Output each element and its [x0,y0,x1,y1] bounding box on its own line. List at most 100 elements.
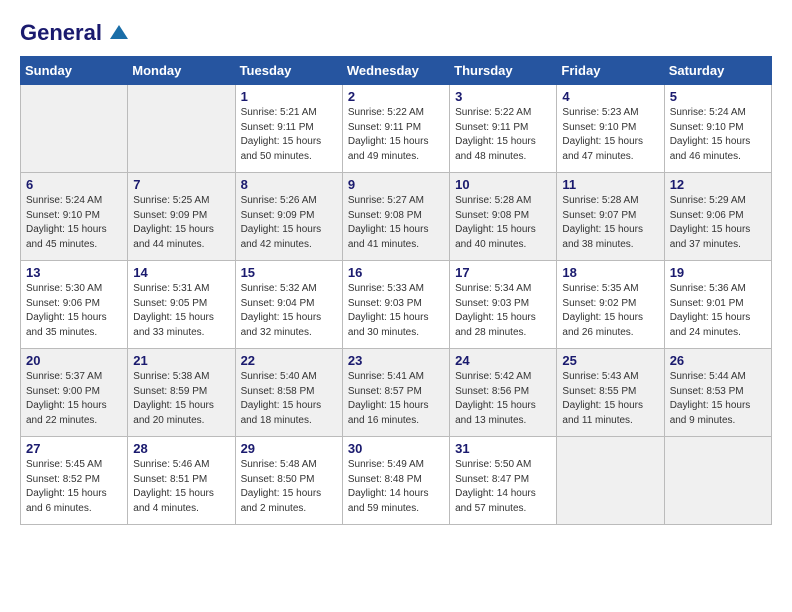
week-row-4: 20 Sunrise: 5:37 AM Sunset: 9:00 PM Dayli… [21,349,772,437]
day-number: 14 [133,265,229,280]
header: General [20,20,772,40]
week-row-3: 13 Sunrise: 5:30 AM Sunset: 9:06 PM Dayli… [21,261,772,349]
day-number: 30 [348,441,444,456]
day-number: 27 [26,441,122,456]
day-number: 13 [26,265,122,280]
day-number: 17 [455,265,551,280]
day-cell: 11 Sunrise: 5:28 AM Sunset: 9:07 PM Dayli… [557,173,664,261]
day-cell: 1 Sunrise: 5:21 AM Sunset: 9:11 PM Daylig… [235,85,342,173]
day-number: 2 [348,89,444,104]
day-number: 24 [455,353,551,368]
day-detail: Sunrise: 5:27 AM Sunset: 9:08 PM Dayligh… [348,194,444,252]
day-number: 29 [241,441,337,456]
day-detail: Sunrise: 5:44 AM Sunset: 8:53 PM Dayligh… [670,370,766,428]
day-detail: Sunrise: 5:38 AM Sunset: 8:59 PM Dayligh… [133,370,229,428]
day-detail: Sunrise: 5:32 AM Sunset: 9:04 PM Dayligh… [241,282,337,340]
day-number: 15 [241,265,337,280]
day-number: 31 [455,441,551,456]
day-cell: 15 Sunrise: 5:32 AM Sunset: 9:04 PM Dayli… [235,261,342,349]
day-detail: Sunrise: 5:24 AM Sunset: 9:10 PM Dayligh… [26,194,122,252]
week-row-1: 1 Sunrise: 5:21 AM Sunset: 9:11 PM Daylig… [21,85,772,173]
day-cell: 26 Sunrise: 5:44 AM Sunset: 8:53 PM Dayli… [664,349,771,437]
day-number: 8 [241,177,337,192]
day-detail: Sunrise: 5:31 AM Sunset: 9:05 PM Dayligh… [133,282,229,340]
day-cell: 31 Sunrise: 5:50 AM Sunset: 8:47 PM Dayli… [450,437,557,525]
day-cell: 13 Sunrise: 5:30 AM Sunset: 9:06 PM Dayli… [21,261,128,349]
day-cell: 18 Sunrise: 5:35 AM Sunset: 9:02 PM Dayli… [557,261,664,349]
day-cell: 14 Sunrise: 5:31 AM Sunset: 9:05 PM Dayli… [128,261,235,349]
logo-icon [110,25,128,39]
day-cell: 20 Sunrise: 5:37 AM Sunset: 9:00 PM Dayli… [21,349,128,437]
day-detail: Sunrise: 5:35 AM Sunset: 9:02 PM Dayligh… [562,282,658,340]
day-detail: Sunrise: 5:42 AM Sunset: 8:56 PM Dayligh… [455,370,551,428]
day-detail: Sunrise: 5:28 AM Sunset: 9:08 PM Dayligh… [455,194,551,252]
calendar-page: General SundayMondayTuesdayWednesdayThur… [0,0,792,545]
day-cell: 28 Sunrise: 5:46 AM Sunset: 8:51 PM Dayli… [128,437,235,525]
logo: General [20,20,128,40]
day-detail: Sunrise: 5:49 AM Sunset: 8:48 PM Dayligh… [348,458,444,516]
day-detail: Sunrise: 5:37 AM Sunset: 9:00 PM Dayligh… [26,370,122,428]
day-cell: 8Sunrise: 5:26 AM Sunset: 9:09 PM Daylig… [235,173,342,261]
weekday-header-tuesday: Tuesday [235,57,342,85]
day-number: 21 [133,353,229,368]
day-cell: 12 Sunrise: 5:29 AM Sunset: 9:06 PM Dayli… [664,173,771,261]
day-detail: Sunrise: 5:22 AM Sunset: 9:11 PM Dayligh… [348,106,444,164]
day-cell: 7 Sunrise: 5:25 AM Sunset: 9:09 PM Daylig… [128,173,235,261]
day-number: 6 [26,177,122,192]
day-number: 22 [241,353,337,368]
day-detail: Sunrise: 5:21 AM Sunset: 9:11 PM Dayligh… [241,106,337,164]
day-cell: 2 Sunrise: 5:22 AM Sunset: 9:11 PM Daylig… [342,85,449,173]
day-cell: 29 Sunrise: 5:48 AM Sunset: 8:50 PM Dayli… [235,437,342,525]
day-detail: Sunrise: 5:41 AM Sunset: 8:57 PM Dayligh… [348,370,444,428]
day-detail: Sunrise: 5:23 AM Sunset: 9:10 PM Dayligh… [562,106,658,164]
day-number: 23 [348,353,444,368]
day-detail: Sunrise: 5:28 AM Sunset: 9:07 PM Dayligh… [562,194,658,252]
day-number: 3 [455,89,551,104]
day-cell: 4 Sunrise: 5:23 AM Sunset: 9:10 PM Daylig… [557,85,664,173]
day-number: 20 [26,353,122,368]
day-cell: 21 Sunrise: 5:38 AM Sunset: 8:59 PM Dayli… [128,349,235,437]
weekday-header-monday: Monday [128,57,235,85]
day-cell: 10Sunrise: 5:28 AM Sunset: 9:08 PM Dayli… [450,173,557,261]
day-detail: Sunrise: 5:29 AM Sunset: 9:06 PM Dayligh… [670,194,766,252]
day-detail: Sunrise: 5:48 AM Sunset: 8:50 PM Dayligh… [241,458,337,516]
day-detail: Sunrise: 5:33 AM Sunset: 9:03 PM Dayligh… [348,282,444,340]
day-number: 18 [562,265,658,280]
day-cell [557,437,664,525]
day-number: 26 [670,353,766,368]
weekday-header-wednesday: Wednesday [342,57,449,85]
day-number: 28 [133,441,229,456]
day-cell [21,85,128,173]
day-cell: 22Sunrise: 5:40 AM Sunset: 8:58 PM Dayli… [235,349,342,437]
day-detail: Sunrise: 5:25 AM Sunset: 9:09 PM Dayligh… [133,194,229,252]
day-cell: 25 Sunrise: 5:43 AM Sunset: 8:55 PM Dayli… [557,349,664,437]
day-detail: Sunrise: 5:22 AM Sunset: 9:11 PM Dayligh… [455,106,551,164]
day-cell: 9 Sunrise: 5:27 AM Sunset: 9:08 PM Daylig… [342,173,449,261]
day-number: 1 [241,89,337,104]
day-number: 4 [562,89,658,104]
day-detail: Sunrise: 5:36 AM Sunset: 9:01 PM Dayligh… [670,282,766,340]
week-row-5: 27 Sunrise: 5:45 AM Sunset: 8:52 PM Dayli… [21,437,772,525]
day-cell: 17Sunrise: 5:34 AM Sunset: 9:03 PM Dayli… [450,261,557,349]
day-detail: Sunrise: 5:30 AM Sunset: 9:06 PM Dayligh… [26,282,122,340]
day-detail: Sunrise: 5:46 AM Sunset: 8:51 PM Dayligh… [133,458,229,516]
day-number: 25 [562,353,658,368]
day-cell: 27 Sunrise: 5:45 AM Sunset: 8:52 PM Dayli… [21,437,128,525]
week-row-2: 6 Sunrise: 5:24 AM Sunset: 9:10 PM Daylig… [21,173,772,261]
day-number: 19 [670,265,766,280]
calendar-table: SundayMondayTuesdayWednesdayThursdayFrid… [20,56,772,525]
day-number: 5 [670,89,766,104]
day-cell: 19 Sunrise: 5:36 AM Sunset: 9:01 PM Dayli… [664,261,771,349]
day-detail: Sunrise: 5:45 AM Sunset: 8:52 PM Dayligh… [26,458,122,516]
day-cell: 6 Sunrise: 5:24 AM Sunset: 9:10 PM Daylig… [21,173,128,261]
day-detail: Sunrise: 5:43 AM Sunset: 8:55 PM Dayligh… [562,370,658,428]
weekday-header-friday: Friday [557,57,664,85]
weekday-header-saturday: Saturday [664,57,771,85]
day-number: 9 [348,177,444,192]
weekday-header-sunday: Sunday [21,57,128,85]
day-cell [664,437,771,525]
day-number: 7 [133,177,229,192]
day-number: 11 [562,177,658,192]
day-detail: Sunrise: 5:50 AM Sunset: 8:47 PM Dayligh… [455,458,551,516]
day-number: 12 [670,177,766,192]
